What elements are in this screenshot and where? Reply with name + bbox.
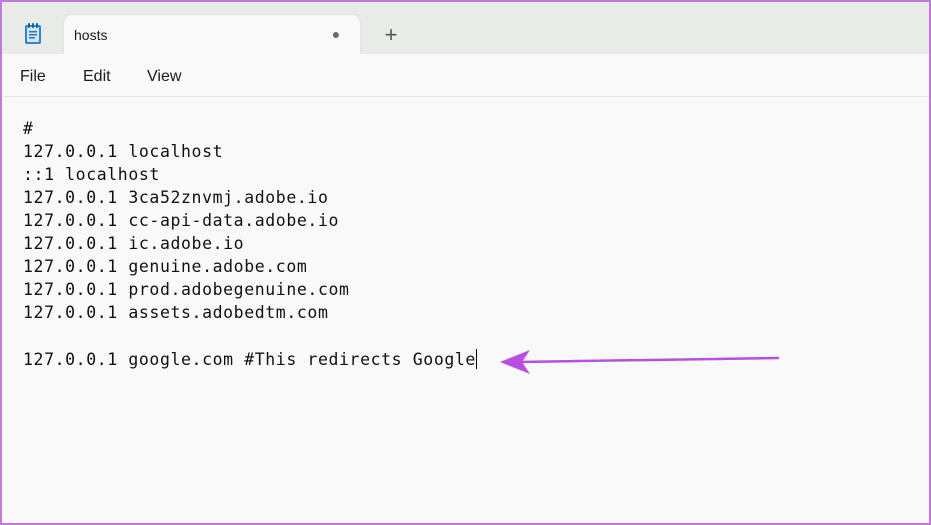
menu-file[interactable]: File [20, 68, 46, 86]
notepad-icon [22, 22, 44, 46]
text-line: 127.0.0.1 assets.adobedtm.com [23, 303, 329, 322]
text-line: # [23, 119, 34, 138]
arrow-left-icon [500, 350, 780, 374]
menu-view[interactable]: View [147, 68, 181, 86]
tab-hosts[interactable]: hosts ● [64, 15, 360, 54]
text-line-content: 127.0.0.1 google.com #This redirects Goo… [23, 350, 476, 369]
new-tab-button[interactable]: + [379, 23, 403, 47]
text-caret [475, 349, 477, 369]
text-line: 127.0.0.1 localhost [23, 142, 224, 161]
menu-edit[interactable]: Edit [83, 68, 111, 86]
text-line: ::1 localhost [23, 165, 160, 184]
menu-bar: File Edit View [2, 54, 929, 97]
text-line-last: 127.0.0.1 google.com #This redirects Goo… [23, 349, 477, 369]
text-editor[interactable]: # 127.0.0.1 localhost ::1 localhost 127.… [2, 97, 929, 523]
notepad-window: hosts ● + File Edit View # 127.0.0.1 loc… [0, 0, 931, 525]
text-line: 127.0.0.1 cc-api-data.adobe.io [23, 211, 340, 230]
tab-title: hosts [74, 27, 108, 43]
text-line: 127.0.0.1 3ca52znvmj.adobe.io [23, 188, 329, 207]
unsaved-indicator[interactable]: ● [331, 27, 341, 41]
text-line: 127.0.0.1 ic.adobe.io [23, 234, 245, 253]
text-line: 127.0.0.1 prod.adobegenuine.com [23, 280, 350, 299]
title-bar: hosts ● + [2, 2, 929, 54]
text-line: 127.0.0.1 genuine.adobe.com [23, 257, 308, 276]
